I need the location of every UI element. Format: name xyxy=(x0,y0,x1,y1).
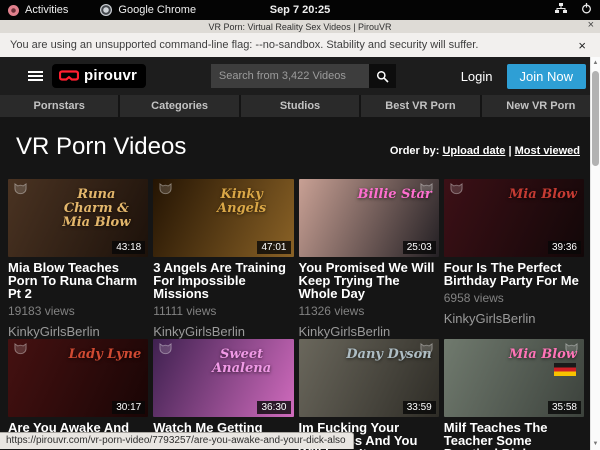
search-button[interactable] xyxy=(369,64,396,88)
status-url-bar: https://pirouvr.com/vr-porn-video/779325… xyxy=(0,432,354,449)
studio-watermark-icon xyxy=(449,183,464,196)
video-thumbnail[interactable]: Dany Dyson 33:59 xyxy=(299,339,439,417)
video-duration-badge: 25:03 xyxy=(403,241,436,254)
scrollbar-thumb[interactable] xyxy=(592,71,599,166)
main-nav: Pornstars Categories Studios Best VR Por… xyxy=(0,95,600,117)
clock[interactable]: Sep 7 20:25 xyxy=(270,4,331,16)
infobar-message: You are using an unsupported command-lin… xyxy=(10,39,478,51)
thumbnail-overlay-name: Mia Blow xyxy=(509,348,577,362)
video-duration-badge: 36:30 xyxy=(257,401,290,414)
window-title-bar: VR Porn: Virtual Reality Sex Videos | Pi… xyxy=(0,20,600,33)
window-title: VR Porn: Virtual Reality Sex Videos | Pi… xyxy=(208,22,391,32)
thumbnail-overlay-name: Runa Charm & Mia Blow xyxy=(52,188,142,229)
video-thumbnail[interactable]: Kinky Angels 47:01 xyxy=(153,179,293,257)
nav-item-best-vr[interactable]: Best VR Porn xyxy=(361,95,479,117)
page-title: VR Porn Videos xyxy=(16,133,186,161)
scrollbar-down-icon[interactable]: ▼ xyxy=(591,438,600,450)
video-thumbnail[interactable]: Runa Charm & Mia Blow 43:18 xyxy=(8,179,148,257)
video-views: 6958 views xyxy=(444,292,584,305)
video-title-link[interactable]: Four Is The Perfect Birthday Party For M… xyxy=(444,261,584,287)
video-studio-link[interactable]: KinkyGirlsBerlin xyxy=(299,324,439,339)
power-icon[interactable] xyxy=(581,3,592,17)
screen: Activities Google Chrome Sep 7 20:25 VR … xyxy=(0,0,600,450)
video-duration-badge: 43:18 xyxy=(112,241,145,254)
join-now-button[interactable]: Join Now xyxy=(507,64,586,89)
vr-goggles-icon xyxy=(59,70,79,82)
search-input[interactable] xyxy=(211,64,369,88)
video-thumbnail[interactable]: Mia Blow 35:58 xyxy=(444,339,584,417)
order-upload-date-link[interactable]: Upload date xyxy=(442,145,505,157)
thumbnail-overlay-name: Billie Star xyxy=(358,188,432,202)
video-thumbnail[interactable]: Lady Lyne 30:17 xyxy=(8,339,148,417)
video-title-link[interactable]: Milf Teaches The Teacher Some Practical … xyxy=(444,421,584,450)
german-flag-icon xyxy=(554,363,576,376)
site-header: pirouvr Login Join Now xyxy=(0,57,600,95)
activities-button[interactable]: Activities xyxy=(25,4,68,16)
nav-item-pornstars[interactable]: Pornstars xyxy=(0,95,118,117)
nav-item-categories[interactable]: Categories xyxy=(120,95,238,117)
video-card[interactable]: Billie Star 25:03 You Promised We Will K… xyxy=(299,179,439,339)
video-views: 19183 views xyxy=(8,305,148,318)
video-duration-badge: 47:01 xyxy=(257,241,290,254)
window-close-icon[interactable]: × xyxy=(588,19,594,31)
video-duration-badge: 35:58 xyxy=(548,401,581,414)
video-title-link[interactable]: 3 Angels Are Training For Impossible Mis… xyxy=(153,261,293,300)
order-by: Order by: Upload date | Most viewed xyxy=(390,145,580,161)
site-logo[interactable]: pirouvr xyxy=(52,64,146,88)
video-duration-badge: 39:36 xyxy=(548,241,581,254)
video-title-link[interactable]: You Promised We Will Keep Trying The Who… xyxy=(299,261,439,300)
video-duration-badge: 30:17 xyxy=(112,401,145,414)
video-thumbnail[interactable]: Billie Star 25:03 xyxy=(299,179,439,257)
studio-watermark-icon xyxy=(13,343,28,356)
search-bar xyxy=(211,64,396,88)
chrome-icon xyxy=(100,4,112,16)
studio-watermark-icon xyxy=(13,183,28,196)
video-card[interactable]: Runa Charm & Mia Blow 43:18 Mia Blow Tea… xyxy=(8,179,148,339)
video-views: 11326 views xyxy=(299,305,439,318)
video-card[interactable]: Mia Blow 35:58 Milf Teaches The Teacher … xyxy=(444,339,584,450)
order-most-viewed-link[interactable]: Most viewed xyxy=(515,145,580,157)
video-title-link[interactable]: Mia Blow Teaches Porn To Runa Charm Pt 2 xyxy=(8,261,148,300)
video-studio-link[interactable]: KinkyGirlsBerlin xyxy=(153,324,293,339)
studio-watermark-icon xyxy=(158,343,173,356)
page-head: VR Porn Videos Order by: Upload date | M… xyxy=(0,117,600,161)
thumbnail-overlay-name: Lady Lyne xyxy=(69,348,142,362)
video-thumbnail[interactable]: Sweet Analena 36:30 xyxy=(153,339,293,417)
order-by-label: Order by: xyxy=(390,145,440,157)
studio-watermark-icon xyxy=(158,183,173,196)
recording-indicator-icon xyxy=(8,5,19,16)
search-icon xyxy=(376,70,389,83)
thumbnail-overlay-name: Kinky Angels xyxy=(197,188,287,215)
login-link[interactable]: Login xyxy=(461,69,493,84)
video-card[interactable]: Kinky Angels 47:01 3 Angels Are Training… xyxy=(153,179,293,339)
network-icon[interactable] xyxy=(555,3,567,17)
video-studio-link[interactable]: KinkyGirlsBerlin xyxy=(444,311,584,326)
taskbar-app-label[interactable]: Google Chrome xyxy=(118,4,196,16)
thumbnail-overlay-name: Mia Blow xyxy=(509,188,577,202)
video-thumbnail[interactable]: Mia Blow 39:36 xyxy=(444,179,584,257)
video-card[interactable]: Mia Blow 39:36 Four Is The Perfect Birth… xyxy=(444,179,584,339)
thumbnail-overlay-name: Dany Dyson xyxy=(346,348,432,362)
infobar-close-icon[interactable]: × xyxy=(578,38,590,53)
site-logo-text: pirouvr xyxy=(84,67,137,84)
nav-item-new-vr[interactable]: New VR Porn xyxy=(482,95,600,117)
menu-hamburger-icon[interactable] xyxy=(28,71,43,81)
scrollbar-up-icon[interactable]: ▲ xyxy=(591,57,600,69)
video-grid: Runa Charm & Mia Blow 43:18 Mia Blow Tea… xyxy=(8,179,584,450)
web-page: pirouvr Login Join Now Pornstars Categor… xyxy=(0,57,600,450)
sandbox-warning-infobar: You are using an unsupported command-lin… xyxy=(0,33,600,57)
video-duration-badge: 33:59 xyxy=(403,401,436,414)
nav-item-studios[interactable]: Studios xyxy=(241,95,359,117)
order-separator: | xyxy=(508,145,511,157)
thumbnail-overlay-name: Sweet Analena xyxy=(197,348,287,375)
video-views: 11111 views xyxy=(153,305,293,318)
scrollbar[interactable]: ▲ ▼ xyxy=(590,57,600,450)
system-bar: Activities Google Chrome Sep 7 20:25 xyxy=(0,0,600,20)
video-studio-link[interactable]: KinkyGirlsBerlin xyxy=(8,324,148,339)
